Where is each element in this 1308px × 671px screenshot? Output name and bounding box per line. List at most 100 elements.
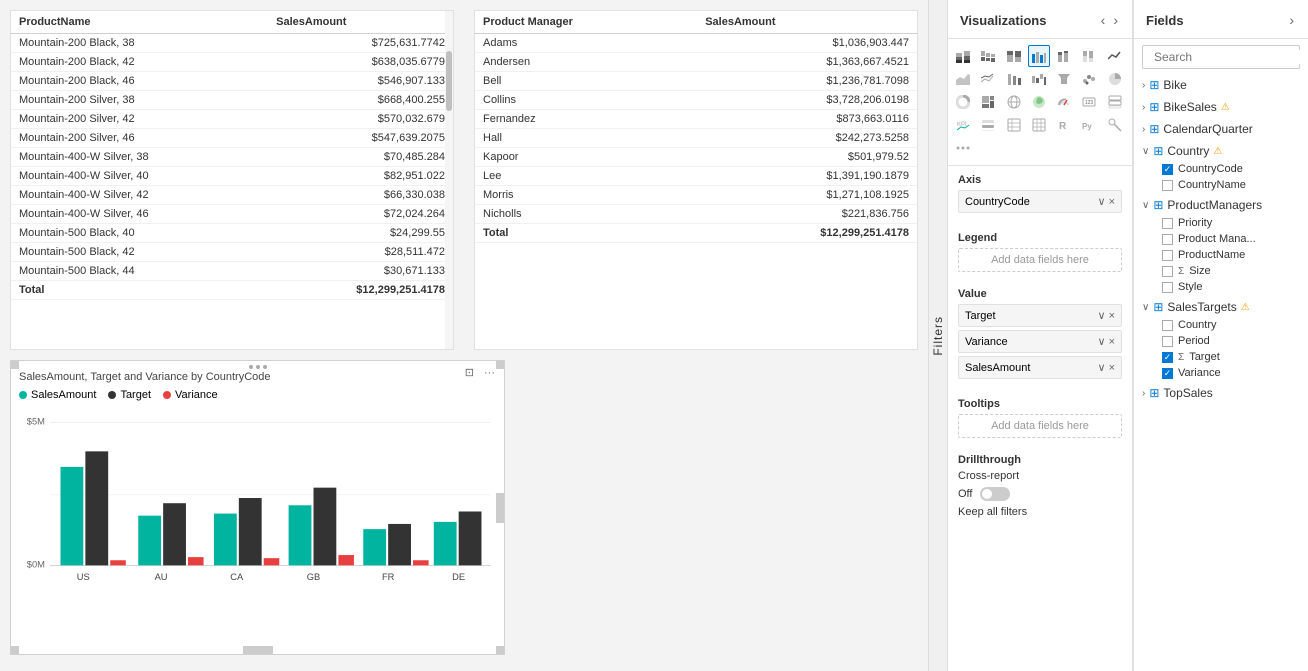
kpi-icon-btn[interactable]: KPI [952, 114, 974, 136]
scatter-chart-icon-btn[interactable] [1078, 68, 1100, 90]
table-row[interactable]: Mountain-400-W Silver, 46$72,024.264 [11, 205, 453, 224]
resize-handle-bottom[interactable] [243, 646, 273, 654]
field-checkbox[interactable] [1162, 180, 1173, 191]
axis-chevron-icon[interactable]: ∨ [1098, 195, 1106, 208]
table-row[interactable]: Bell$1,236,781.7098 [475, 72, 917, 91]
field-checkbox[interactable] [1162, 336, 1173, 347]
field-item-5-0[interactable]: Country [1154, 317, 1308, 333]
field-checkbox[interactable]: ✓ [1162, 352, 1173, 363]
python-icon-btn[interactable]: Py [1078, 114, 1100, 136]
line-stacked-icon-btn[interactable] [977, 68, 999, 90]
bar-ca-variance[interactable] [264, 558, 280, 565]
field-checkbox[interactable] [1162, 282, 1173, 293]
table-row[interactable]: Mountain-200 Silver, 46$547,639.2075 [11, 129, 453, 148]
table-row[interactable]: Mountain-200 Black, 38$725,631.7742 [11, 34, 453, 53]
map-icon-btn[interactable] [1003, 91, 1025, 113]
table-row[interactable]: Mountain-200 Black, 46$546,907.133 [11, 72, 453, 91]
field-group-header-3[interactable]: ∨ ⊞ Country ⚠ [1134, 141, 1308, 161]
table-row[interactable]: Kapoor$501,979.52 [475, 148, 917, 167]
field-checkbox[interactable] [1162, 234, 1173, 245]
field-group-header-6[interactable]: › ⊞ TopSales [1134, 383, 1308, 403]
value-target-chevron-icon[interactable]: ∨ [1098, 309, 1106, 322]
clustered-column-icon-btn[interactable] [1028, 45, 1050, 67]
bar-gb-sales[interactable] [289, 505, 312, 565]
bar-au-sales[interactable] [138, 516, 161, 566]
bar-au-target[interactable] [163, 503, 186, 565]
field-item-4-3[interactable]: Σ Size [1154, 263, 1308, 279]
value-field-target[interactable]: Target ∨ × [958, 304, 1122, 327]
resize-handle-br[interactable] [496, 646, 504, 654]
table-row[interactable]: Mountain-200 Black, 42$638,035.6779 [11, 53, 453, 72]
treemap-icon-btn[interactable] [977, 91, 999, 113]
table-row[interactable]: Fernandez$873,663.0116 [475, 110, 917, 129]
field-checkbox[interactable]: ✓ [1162, 164, 1173, 175]
field-item-4-1[interactable]: Product Mana... [1154, 231, 1308, 247]
resize-handle-tl[interactable] [11, 361, 19, 369]
more-visuals-icon-btn[interactable] [952, 137, 974, 159]
resize-handle-tr[interactable] [496, 361, 504, 369]
bar-ca-sales[interactable] [214, 514, 237, 566]
bar-ca-target[interactable] [239, 498, 262, 565]
search-box[interactable] [1142, 45, 1300, 69]
filled-map-icon-btn[interactable] [1028, 91, 1050, 113]
clustered-bar-icon-btn[interactable] [977, 45, 999, 67]
bar-gb-target[interactable] [313, 488, 336, 566]
field-item-5-2[interactable]: ✓ Σ Target [1154, 349, 1308, 365]
table-row[interactable]: Mountain-200 Silver, 42$570,032.679 [11, 110, 453, 129]
bar-fr-variance[interactable] [413, 560, 429, 565]
table-row[interactable]: Morris$1,271,108.1925 [475, 186, 917, 205]
bar-au-variance[interactable] [188, 557, 204, 565]
field-checkbox[interactable] [1162, 320, 1173, 331]
pie-chart-icon-btn[interactable] [1104, 68, 1126, 90]
resize-handle-bl[interactable] [11, 646, 19, 654]
stacked-bar-100-icon-btn[interactable] [1003, 45, 1025, 67]
table-row[interactable]: Adams$1,036,903.447 [475, 34, 917, 53]
bar-gb-variance[interactable] [338, 555, 354, 565]
value-field-salesamount[interactable]: SalesAmount ∨ × [958, 356, 1122, 379]
gauge-icon-btn[interactable] [1053, 91, 1075, 113]
table-row[interactable]: Mountain-400-W Silver, 38$70,485.284 [11, 148, 453, 167]
value-variance-chevron-icon[interactable]: ∨ [1098, 335, 1106, 348]
filters-sidebar[interactable]: Filters [928, 0, 948, 671]
bar-fr-target[interactable] [388, 524, 411, 565]
table-row[interactable]: Hall$242,273.5258 [475, 129, 917, 148]
table-icon-btn[interactable] [1003, 114, 1025, 136]
bar-us-variance[interactable] [110, 560, 126, 565]
table-row[interactable]: Mountain-400-W Silver, 40$82,951.022 [11, 167, 453, 186]
field-item-3-0[interactable]: ✓ CountryCode [1154, 161, 1308, 177]
value-sales-x-icon[interactable]: × [1109, 362, 1115, 374]
table-row[interactable]: Andersen$1,363,667.4521 [475, 53, 917, 72]
search-input[interactable] [1154, 50, 1308, 64]
table-row[interactable]: Mountain-500 Black, 40$24,299.55 [11, 224, 453, 243]
stacked-bar-icon-btn[interactable] [952, 45, 974, 67]
donut-chart-icon-btn[interactable] [952, 91, 974, 113]
waterfall-icon-btn[interactable] [1028, 68, 1050, 90]
bar-us-target[interactable] [85, 451, 108, 565]
fields-panel-collapse-button[interactable]: › [1287, 10, 1296, 30]
bar-fr-sales[interactable] [363, 529, 386, 565]
multi-row-card-icon-btn[interactable] [1104, 91, 1126, 113]
field-checkbox[interactable] [1162, 250, 1173, 261]
table-row[interactable]: Mountain-500 Black, 42$28,511.472 [11, 243, 453, 262]
field-group-header-2[interactable]: › ⊞ CalendarQuarter [1134, 119, 1308, 139]
table-row[interactable]: Mountain-200 Silver, 38$668,400.255 [11, 91, 453, 110]
stacked-column-icon-btn[interactable] [1053, 45, 1075, 67]
line-chart-icon-btn[interactable] [1104, 45, 1126, 67]
axis-x-icon[interactable]: × [1109, 196, 1115, 208]
bar-us-sales[interactable] [60, 467, 83, 566]
area-chart-icon-btn[interactable] [952, 68, 974, 90]
table1-scrollbar[interactable] [445, 11, 453, 349]
field-item-4-2[interactable]: ProductName [1154, 247, 1308, 263]
table-row[interactable]: Collins$3,728,206.0198 [475, 91, 917, 110]
viz-panel-back-button[interactable]: ‹ [1099, 10, 1108, 30]
matrix-icon-btn[interactable] [1028, 114, 1050, 136]
table-row[interactable]: Mountain-500 Black, 44$30,671.133 [11, 262, 453, 281]
table-row[interactable]: Mountain-400-W Silver, 42$66,330.038 [11, 186, 453, 205]
table-row[interactable]: Lee$1,391,190.1879 [475, 167, 917, 186]
r-visual-icon-btn[interactable]: R [1053, 114, 1075, 136]
field-checkbox[interactable] [1162, 218, 1173, 229]
field-item-5-3[interactable]: ✓ Variance [1154, 365, 1308, 381]
key-influencers-icon-btn[interactable] [1104, 114, 1126, 136]
card-icon-btn[interactable]: 123 [1078, 91, 1100, 113]
cross-report-toggle[interactable] [980, 487, 1010, 501]
